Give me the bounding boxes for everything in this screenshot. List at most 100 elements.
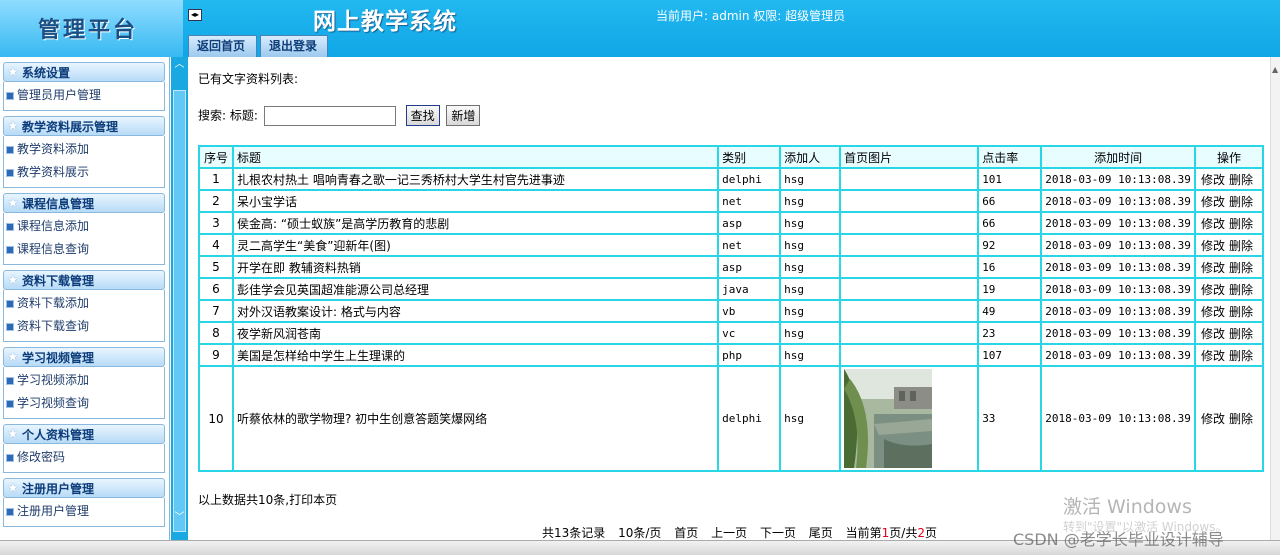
cell-actions: 修改 删除 xyxy=(1195,257,1262,277)
scrollbar-thumb[interactable] xyxy=(173,90,186,532)
pager-prev-link[interactable]: 上一页 xyxy=(711,526,747,540)
cell-clicks: 19 xyxy=(979,279,1041,299)
cell-time: 2018-03-09 10:13:08.39 xyxy=(1042,279,1194,299)
table-row: 8 夜学新风润苍南 vc hsg 23 2018-03-09 10:13:08.39 修改删… xyxy=(200,323,1262,343)
star-icon: ★ xyxy=(7,65,19,80)
delete-link[interactable]: 删除 xyxy=(1229,305,1253,319)
delete-link[interactable]: 删除 xyxy=(1229,195,1253,209)
cell-title: 呆小宝学话 xyxy=(234,191,718,211)
sidebar-group-title[interactable]: ★ 系统设置 xyxy=(3,62,165,82)
edit-link[interactable]: 修改 xyxy=(1201,195,1225,209)
cell-no: 7 xyxy=(200,301,232,321)
logo-text: 管理平台 xyxy=(38,17,139,43)
cell-time: 2018-03-09 10:13:08.39 xyxy=(1042,323,1194,343)
sidebar-item-video-query[interactable]: 学习视频查询 xyxy=(4,392,164,415)
sidebar-item-label: 学习视频查询 xyxy=(17,396,90,410)
sidebar-group-title[interactable]: ★ 教学资料展示管理 xyxy=(3,116,165,136)
edit-link[interactable]: 修改 xyxy=(1201,327,1225,341)
table-row: 9 美国是怎样给中学生上生理课的 php hsg 107 2018-03-09 10:13… xyxy=(200,345,1262,365)
sidebar-group-items: 教学资料添加 教学资料展示 xyxy=(3,136,165,188)
scroll-down-icon[interactable]: ﹀ xyxy=(171,510,188,526)
edit-link[interactable]: 修改 xyxy=(1201,173,1225,187)
cell-category: asp xyxy=(719,257,780,277)
cell-title: 开学在即 教辅资料热销 xyxy=(234,257,718,277)
pager-next-link[interactable]: 下一页 xyxy=(760,526,796,540)
scroll-up-icon[interactable]: ▲ xyxy=(1272,65,1278,74)
sidebar-group-title[interactable]: ★ 个人资料管理 xyxy=(3,424,165,444)
cell-category: delphi xyxy=(719,367,780,470)
search-label: 搜索: 标题: xyxy=(198,108,258,123)
sidebar-item-video-add[interactable]: 学习视频添加 xyxy=(4,369,164,392)
edit-link[interactable]: 修改 xyxy=(1201,283,1225,297)
sidebar-group-title[interactable]: ★ 学习视频管理 xyxy=(3,347,165,367)
pager-last-link[interactable]: 尾页 xyxy=(809,526,833,540)
sidebar-group-title[interactable]: ★ 课程信息管理 xyxy=(3,193,165,213)
tab-return-home[interactable]: 返回首页 xyxy=(188,35,257,57)
edit-link[interactable]: 修改 xyxy=(1201,349,1225,363)
column-header: 首页图片 xyxy=(841,147,978,167)
toggle-sidebar-icon[interactable]: ◂▸ xyxy=(188,9,202,21)
tab-logout[interactable]: 退出登录 xyxy=(260,35,328,57)
sidebar-group-title[interactable]: ★ 注册用户管理 xyxy=(3,478,165,498)
sidebar-item-register-users[interactable]: 注册用户管理 xyxy=(4,500,164,523)
edit-link[interactable]: 修改 xyxy=(1201,412,1225,426)
sidebar-item-teaching-list[interactable]: 教学资料展示 xyxy=(4,161,164,184)
cell-no: 3 xyxy=(200,213,232,233)
cell-clicks: 23 xyxy=(979,323,1041,343)
bullet-icon xyxy=(6,323,14,331)
table-row: 4 灵二高学生“美食”迎新年(图) net hsg 92 2018-03-09 10:13… xyxy=(200,235,1262,255)
cell-author: hsg xyxy=(781,235,840,255)
column-header: 类别 xyxy=(719,147,780,167)
cell-no: 1 xyxy=(200,169,232,189)
cell-image xyxy=(841,235,978,255)
footer-note: 以上数据共10条,打印本页 xyxy=(198,493,338,507)
delete-link[interactable]: 删除 xyxy=(1229,217,1253,231)
cell-time: 2018-03-09 10:13:08.39 xyxy=(1042,169,1194,189)
cell-clicks: 33 xyxy=(979,367,1041,470)
title-search-input[interactable] xyxy=(263,105,396,126)
sidebar-item-course-add[interactable]: 课程信息添加 xyxy=(4,215,164,238)
sidebar-item-change-password[interactable]: 修改密码 xyxy=(4,446,164,469)
delete-link[interactable]: 删除 xyxy=(1229,349,1253,363)
pager-first-link[interactable]: 首页 xyxy=(674,526,698,540)
cell-category: asp xyxy=(719,213,780,233)
cell-clicks: 66 xyxy=(979,191,1041,211)
sidebar-item-download-query[interactable]: 资料下载查询 xyxy=(4,315,164,338)
delete-link[interactable]: 删除 xyxy=(1229,239,1253,253)
sidebar-group-label: 学习视频管理 xyxy=(22,351,95,365)
add-button[interactable]: 新增 xyxy=(446,105,481,126)
edit-link[interactable]: 修改 xyxy=(1201,261,1225,275)
delete-link[interactable]: 删除 xyxy=(1229,283,1253,297)
cell-actions: 修改 删除 xyxy=(1195,191,1262,211)
edit-link[interactable]: 修改 xyxy=(1201,239,1225,253)
sidebar: ★ 系统设置 管理员用户管理 ★ 教学资料展示管理 教学资料添加 教学资料展示 … xyxy=(0,57,170,540)
sidebar-group-download: ★ 资料下载管理 资料下载添加 资料下载查询 xyxy=(0,270,169,342)
table-row: 5 开学在即 教辅资料热销 asp hsg 16 2018-03-09 10:13:08.… xyxy=(200,257,1262,277)
cell-time: 2018-03-09 10:13:08.39 xyxy=(1042,213,1194,233)
sidebar-item-course-query[interactable]: 课程信息查询 xyxy=(4,238,164,261)
sidebar-item-admin-users[interactable]: 管理员用户管理 xyxy=(4,84,164,107)
current-user-info: 当前用户: admin 权限: 超级管理员 xyxy=(656,9,846,23)
cell-no: 8 xyxy=(200,323,232,343)
cell-image xyxy=(841,323,978,343)
sidebar-group-title[interactable]: ★ 资料下载管理 xyxy=(3,270,165,290)
cell-actions: 修改 删除 xyxy=(1195,279,1262,299)
table-row: 7 对外汉语教案设计: 格式与内容 vb hsg 49 2018-03-09 10:13:… xyxy=(200,301,1262,321)
bullet-icon xyxy=(6,92,14,100)
sidebar-scrollbar[interactable]: ︿ ﹀ xyxy=(171,57,188,540)
sidebar-item-download-add[interactable]: 资料下载添加 xyxy=(4,292,164,315)
delete-link[interactable]: 删除 xyxy=(1229,327,1253,341)
edit-link[interactable]: 修改 xyxy=(1201,217,1225,231)
sidebar-item-teaching-add[interactable]: 教学资料添加 xyxy=(4,138,164,161)
page-scrollbar[interactable]: ▲ xyxy=(1270,57,1280,540)
delete-link[interactable]: 删除 xyxy=(1229,412,1253,426)
header-bar: 管理平台 ◂▸ 网上教学系统 当前用户: admin 权限: 超级管理员 返回首… xyxy=(0,0,1280,57)
edit-link[interactable]: 修改 xyxy=(1201,305,1225,319)
scroll-up-icon[interactable]: ︿ xyxy=(171,57,188,73)
column-header: 序号 xyxy=(200,147,232,167)
search-button[interactable]: 查找 xyxy=(405,105,440,126)
delete-link[interactable]: 删除 xyxy=(1229,173,1253,187)
delete-link[interactable]: 删除 xyxy=(1229,261,1253,275)
cell-image xyxy=(841,279,978,299)
column-header: 添加时间 xyxy=(1042,147,1194,167)
